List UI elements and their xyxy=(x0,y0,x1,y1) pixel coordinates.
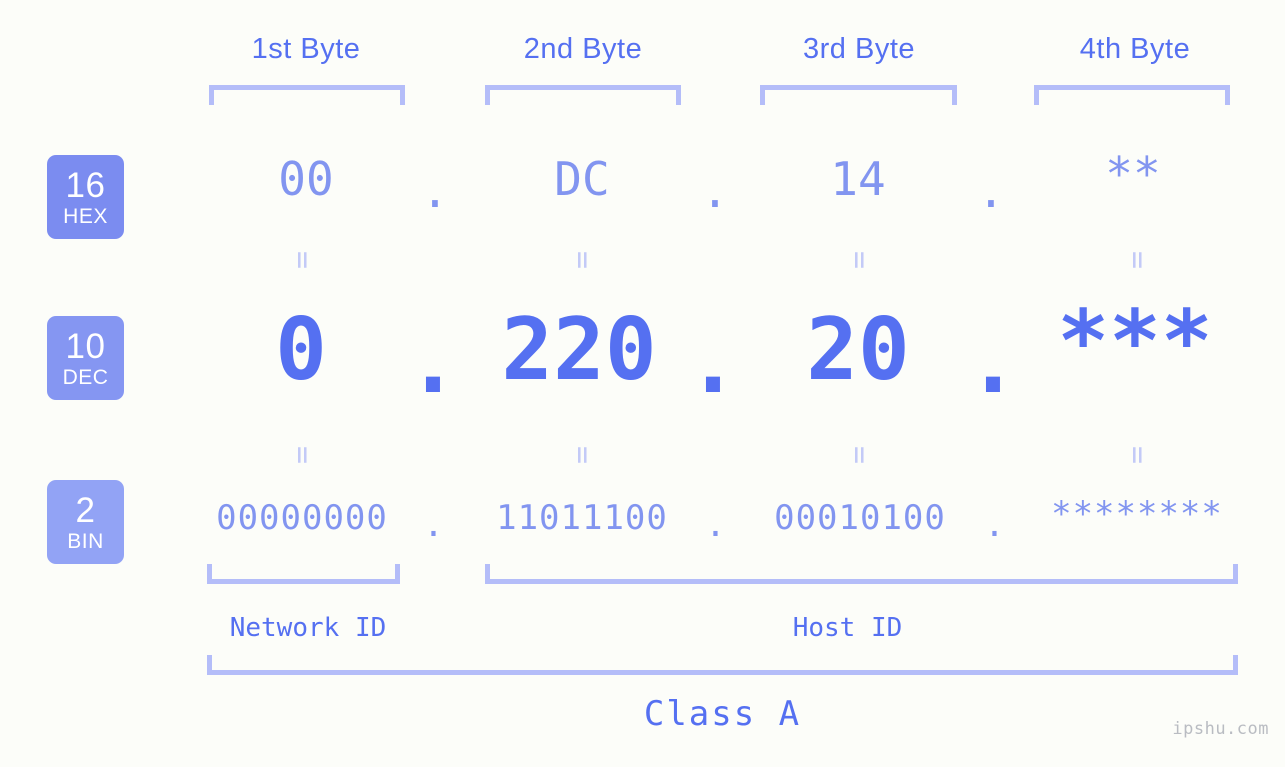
equals-mark-dec-bin-3: = xyxy=(842,445,877,465)
hex-byte-1: 00 xyxy=(278,152,334,206)
byte-header-1: 1st Byte xyxy=(251,33,361,65)
hex-byte-4: ** xyxy=(1105,147,1161,201)
bin-byte-4: ******** xyxy=(1051,494,1223,534)
class-bracket xyxy=(207,655,1238,675)
byte-bracket-4 xyxy=(1034,85,1230,105)
host-id-label: Host ID xyxy=(792,613,903,643)
host-id-bracket xyxy=(485,564,1238,584)
class-label: Class A xyxy=(643,694,802,734)
equals-mark-hex-dec-1: = xyxy=(285,250,320,270)
dec-byte-4: *** xyxy=(1057,292,1213,392)
bin-byte-2: 11011100 xyxy=(496,498,668,538)
equals-mark-hex-dec-2: = xyxy=(565,250,600,270)
dec-byte-2: 220 xyxy=(501,300,657,400)
network-id-bracket xyxy=(207,564,400,584)
bin-value-row: 00000000 . 11011100 . 00010100 . *******… xyxy=(0,494,1285,548)
equals-mark-hex-dec-3: = xyxy=(842,250,877,270)
site-watermark: ipshu.com xyxy=(1172,719,1269,739)
bin-byte-1: 00000000 xyxy=(216,498,388,538)
equals-mark-dec-bin-1: = xyxy=(285,445,320,465)
dec-byte-1: 0 xyxy=(275,300,327,400)
equals-mark-hex-dec-4: = xyxy=(1120,250,1155,270)
hex-value-row: 00 . DC . 14 . ** xyxy=(0,147,1285,222)
bin-byte-3-value: 00010100 xyxy=(774,498,946,538)
byte-bracket-1 xyxy=(209,85,405,105)
byte-header-2: 2nd Byte xyxy=(523,33,643,65)
dec-value-row: 0 . 220 . 20 . *** xyxy=(0,292,1285,420)
network-id-label: Network ID xyxy=(229,613,387,643)
hex-byte-2: DC xyxy=(554,152,610,206)
byte-bracket-2 xyxy=(485,85,681,105)
byte-bracket-3 xyxy=(760,85,957,105)
dec-byte-3: 20 xyxy=(806,300,910,400)
hex-byte-3: 14 xyxy=(830,152,886,206)
equals-mark-dec-bin-4: = xyxy=(1120,445,1155,465)
byte-header-3: 3rd Byte xyxy=(803,33,915,65)
byte-header-4: 4th Byte xyxy=(1079,33,1191,65)
ip-address-breakdown-diagram: 1st Byte 2nd Byte 3rd Byte 4th Byte 16 H… xyxy=(0,0,1285,767)
equals-mark-dec-bin-2: = xyxy=(565,445,600,465)
